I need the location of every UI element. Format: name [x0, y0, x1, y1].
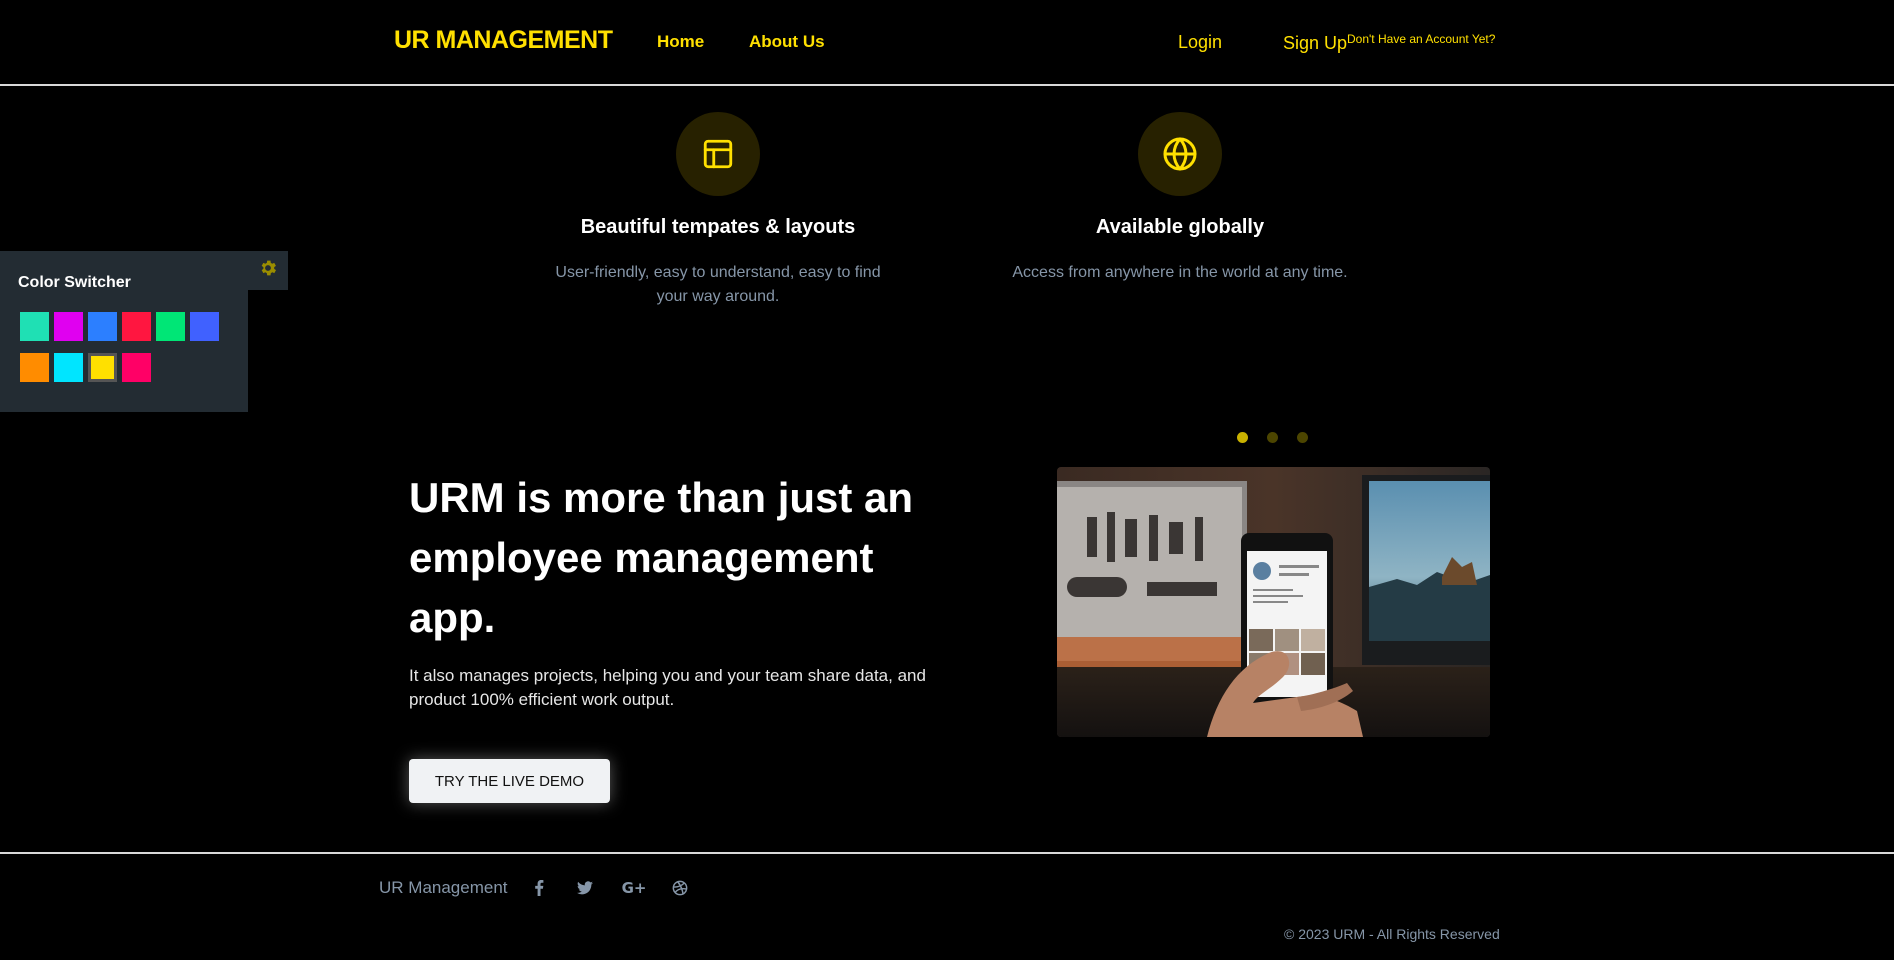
- layout-icon: [676, 112, 760, 196]
- globe-icon: [1138, 112, 1222, 196]
- carousel-dot[interactable]: [1267, 432, 1278, 443]
- color-swatch[interactable]: [122, 312, 151, 341]
- feature-layouts: Beautiful tempates & layouts User-friend…: [518, 112, 918, 309]
- dribbble-icon[interactable]: [670, 878, 690, 898]
- footer: UR Management G+ © 2023 URM - All Rights…: [0, 852, 1894, 960]
- feature-text: Access from anywhere in the world at any…: [1012, 264, 1348, 281]
- live-demo-button[interactable]: TRY THE LIVE DEMO: [409, 759, 610, 803]
- feature-global: Available globally Access from anywhere …: [980, 112, 1380, 285]
- feature-title: Available globally: [1095, 216, 1265, 238]
- top-navbar: UR MANAGEMENT Home About Us Login Sign U…: [0, 0, 1894, 86]
- feature-text: User-friendly, easy to understand, easy …: [555, 264, 881, 305]
- signup-hint: Don't Have an Account Yet?: [1347, 32, 1496, 46]
- google-plus-icon[interactable]: G+: [622, 878, 647, 898]
- twitter-icon[interactable]: [575, 878, 595, 898]
- nav-signup-link[interactable]: Sign Up: [1283, 33, 1347, 54]
- hero-image: [1057, 467, 1490, 737]
- color-swatch[interactable]: [54, 353, 83, 382]
- nav-home-link[interactable]: Home: [657, 32, 704, 52]
- color-swatch[interactable]: [54, 312, 83, 341]
- hero-title: URM is more than just an employee manage…: [409, 474, 914, 641]
- nav-login-link[interactable]: Login: [1178, 32, 1222, 53]
- carousel-indicators: [1237, 432, 1308, 443]
- carousel-dot[interactable]: [1297, 432, 1308, 443]
- color-switcher-toggle[interactable]: [248, 251, 288, 290]
- footer-brand: UR Management: [379, 878, 508, 897]
- nav-about-link[interactable]: About Us: [749, 32, 825, 52]
- carousel-dot[interactable]: [1237, 432, 1248, 443]
- copyright-text: © 2023 URM - All Rights Reserved: [1284, 926, 1500, 942]
- feature-title: Beautiful tempates & layouts: [580, 216, 856, 238]
- brand-logo[interactable]: UR MANAGEMENT: [394, 26, 613, 55]
- color-swatch[interactable]: [156, 312, 185, 341]
- color-swatch[interactable]: [88, 353, 117, 382]
- color-switcher-title: Color Switcher: [18, 274, 131, 291]
- color-swatch[interactable]: [20, 353, 49, 382]
- gear-icon: [258, 258, 278, 283]
- page: UR MANAGEMENT Home About Us Login Sign U…: [0, 0, 1894, 960]
- color-swatch[interactable]: [122, 353, 151, 382]
- color-switcher-panel: Color Switcher: [0, 251, 248, 412]
- hero-description: It also manages projects, helping you an…: [409, 666, 926, 709]
- color-swatch[interactable]: [190, 312, 219, 341]
- facebook-icon[interactable]: [529, 878, 549, 898]
- color-swatch[interactable]: [88, 312, 117, 341]
- color-swatch[interactable]: [20, 312, 49, 341]
